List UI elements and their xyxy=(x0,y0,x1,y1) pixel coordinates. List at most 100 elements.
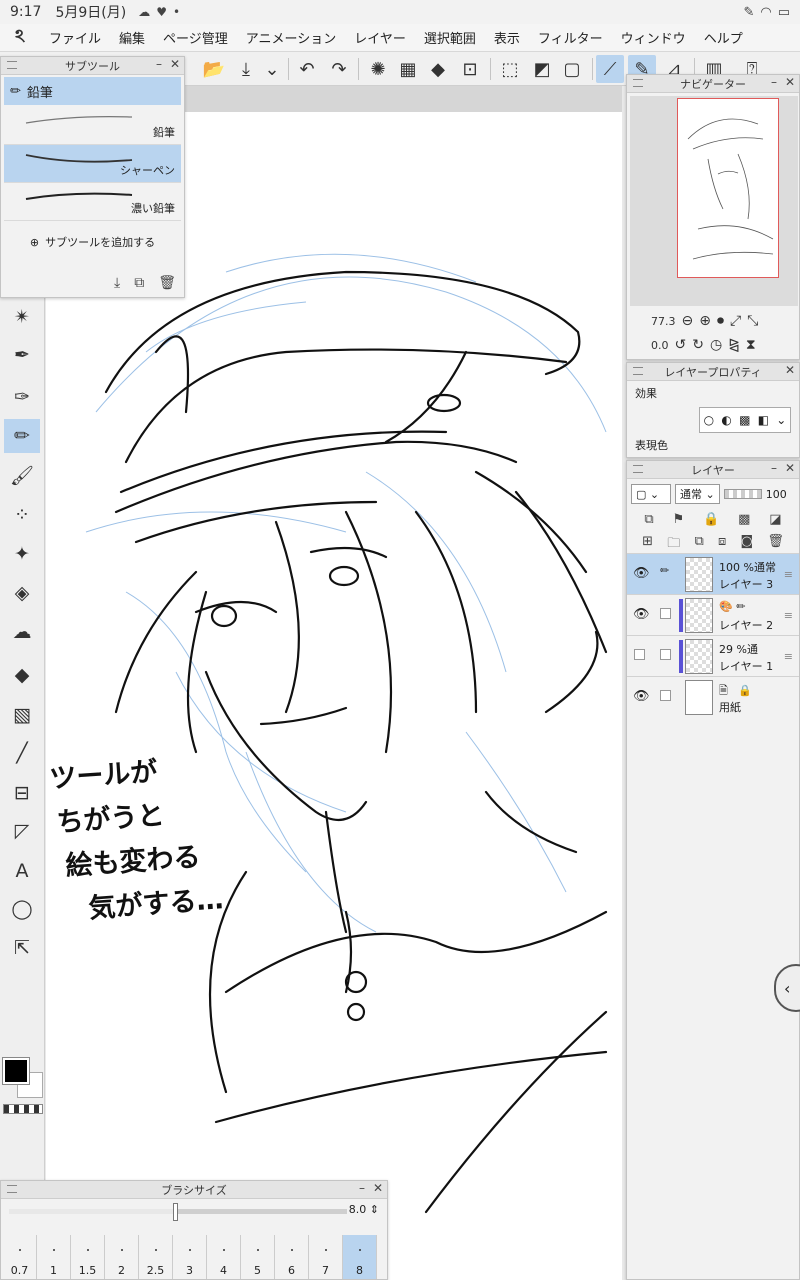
duplicate-icon[interactable]: ⧉ xyxy=(134,275,144,291)
pen-tool-icon[interactable]: ✑ xyxy=(4,380,40,414)
ruler-snap-icon[interactable]: ⟋ xyxy=(596,55,624,83)
rotate-left-icon[interactable]: ↺ xyxy=(675,337,687,353)
border-effect-icon[interactable]: ○ xyxy=(704,413,714,427)
undo-icon[interactable]: ↶ xyxy=(293,55,321,83)
layer-row[interactable]: 👁 ✏ 100 %通常 レイヤー 3 ≡ xyxy=(627,553,799,594)
minimize-icon[interactable]: – xyxy=(771,461,777,475)
new-raster-layer-icon[interactable]: ⊞ xyxy=(642,534,653,550)
hidden-visibility-box[interactable] xyxy=(634,649,645,660)
flip-vertical-icon[interactable]: ⧗ xyxy=(746,337,756,353)
frame-icon[interactable]: ⊟ xyxy=(4,776,40,810)
flip-horizontal-icon[interactable]: ⧎ xyxy=(728,337,740,353)
eye-icon[interactable]: 👁 xyxy=(633,607,650,622)
menu-layer[interactable]: レイヤー xyxy=(345,28,415,47)
menu-animation[interactable]: アニメーション xyxy=(237,28,345,47)
lock-alpha-icon[interactable]: ▩ xyxy=(738,512,750,528)
clear-icon[interactable]: ✺ xyxy=(364,55,392,83)
brush-size-preset[interactable]: 0.7 xyxy=(3,1235,37,1279)
watercolor-effect-icon[interactable]: ◐ xyxy=(721,413,731,427)
menu-selection[interactable]: 選択範囲 xyxy=(415,28,485,47)
menu-window[interactable]: ウィンドウ xyxy=(612,28,695,47)
subtool-title-bar[interactable]: サブツール – ✕ xyxy=(1,57,184,75)
layer-color-select[interactable]: ▢ ⌄ xyxy=(631,484,671,504)
layer-title-bar[interactable]: レイヤー – ✕ xyxy=(627,461,799,479)
delete-layer-icon[interactable]: 🗑 xyxy=(767,534,784,550)
brush-size-preset[interactable]: 2 xyxy=(105,1235,139,1279)
app-logo-icon[interactable]: ঽ xyxy=(0,22,40,53)
layer-row[interactable]: 29 %通 レイヤー 1 ≡ xyxy=(627,635,799,676)
layer-property-title-bar[interactable]: レイヤープロパティ ✕ xyxy=(627,363,799,381)
navigator-title-bar[interactable]: ナビゲーター – ✕ xyxy=(627,75,799,93)
menu-help[interactable]: ヘルプ xyxy=(695,28,752,47)
import-icon[interactable]: ⤓ xyxy=(114,275,120,291)
minimize-icon[interactable]: – xyxy=(156,57,162,71)
text-icon[interactable]: A xyxy=(4,854,40,888)
clip-icon[interactable]: ⧉ xyxy=(644,512,653,528)
brush-size-preset[interactable]: 8 xyxy=(343,1235,377,1279)
drag-handle-icon[interactable]: ≡ xyxy=(784,650,793,663)
brush-size-preset[interactable]: 6 xyxy=(275,1235,309,1279)
eraser-icon[interactable]: ◈ xyxy=(4,576,40,610)
brush-tool-icon[interactable]: 🖌 xyxy=(4,458,40,492)
menu-filter[interactable]: フィルター xyxy=(529,28,612,47)
layer-row[interactable]: 👁 🎨 ✏ レイヤー 2 ≡ xyxy=(627,594,799,635)
gradient-icon[interactable]: ▧ xyxy=(4,698,40,732)
open-icon[interactable]: 📂 xyxy=(200,55,228,83)
brush-size-preset[interactable]: 4 xyxy=(207,1235,241,1279)
brush-size-preset[interactable]: 1 xyxy=(37,1235,71,1279)
navigator-preview[interactable] xyxy=(630,96,798,306)
blend-mode-select[interactable]: 通常 ⌄ xyxy=(675,484,720,504)
grip-icon[interactable] xyxy=(7,61,17,69)
save-icon[interactable]: ⤓ xyxy=(232,55,260,83)
tone-effect-icon[interactable]: ▩ xyxy=(739,413,750,427)
transfer-down-icon[interactable]: ⧉ xyxy=(694,534,703,550)
menu-file[interactable]: ファイル xyxy=(40,28,110,47)
grip-icon[interactable] xyxy=(7,1185,17,1193)
slider-knob[interactable] xyxy=(173,1203,178,1221)
close-icon[interactable]: ✕ xyxy=(170,57,180,71)
merge-down-icon[interactable]: ⧈ xyxy=(718,534,726,550)
correct-line-icon[interactable]: ⇱ xyxy=(4,931,40,965)
main-color-swatch[interactable] xyxy=(2,1057,30,1085)
layer-row[interactable]: 👁 🗎 🔒 用紙 xyxy=(627,676,799,717)
brush-size-preset[interactable]: 5 xyxy=(241,1235,275,1279)
brush-size-preset[interactable]: 2.5 xyxy=(139,1235,173,1279)
lock-icon[interactable]: 🔒 xyxy=(703,512,719,528)
brush-size-value[interactable]: 8.0 ⇕ xyxy=(349,1203,379,1216)
subtool-item-pencil[interactable]: 鉛筆 xyxy=(4,107,181,145)
expand-icon[interactable]: ⤡ xyxy=(747,313,758,329)
minimize-icon[interactable]: – xyxy=(359,1181,365,1195)
blend-icon[interactable]: ☁ xyxy=(4,615,40,649)
close-icon[interactable]: ✕ xyxy=(785,363,795,377)
reference-icon[interactable]: ⚑ xyxy=(673,512,685,528)
create-mask-icon[interactable]: ◙ xyxy=(740,534,753,550)
subtool-item-dark-pencil[interactable]: 濃い鉛筆 xyxy=(4,183,181,221)
layer-select-checkbox[interactable] xyxy=(660,608,671,619)
new-folder-icon[interactable]: 🗀 xyxy=(667,534,680,551)
brush-size-slider[interactable]: 8.0 ⇕ xyxy=(1,1199,387,1223)
auto-select-icon[interactable]: ✴ xyxy=(4,300,40,334)
trash-icon[interactable]: 🗑 xyxy=(158,275,176,291)
invert-selection-icon[interactable]: ◩ xyxy=(528,55,556,83)
eyedropper-icon[interactable]: ✒ xyxy=(4,338,40,372)
redo-icon[interactable]: ↷ xyxy=(325,55,353,83)
figure-icon[interactable]: ╱ xyxy=(4,736,40,770)
brush-size-preset[interactable]: 7 xyxy=(309,1235,343,1279)
chevron-down-icon[interactable]: ⌄ xyxy=(258,55,286,83)
brush-size-preset[interactable]: 3 xyxy=(173,1235,207,1279)
eye-icon[interactable]: 👁 xyxy=(633,566,650,581)
fill-icon[interactable]: ◆ xyxy=(424,55,452,83)
ruler-icon[interactable]: ◸ xyxy=(4,814,40,848)
close-icon[interactable]: ✕ xyxy=(373,1181,383,1195)
selection-border-icon[interactable]: ▢ xyxy=(558,55,586,83)
layer-select-checkbox[interactable] xyxy=(660,649,671,660)
brush-size-preset[interactable]: 1.5 xyxy=(71,1235,105,1279)
zoom-in-icon[interactable]: ⊕ xyxy=(699,313,711,329)
rotate-right-icon[interactable]: ↻ xyxy=(692,337,704,353)
zoom-out-icon[interactable]: ⊖ xyxy=(682,313,694,329)
grip-icon[interactable] xyxy=(633,367,643,375)
minimize-icon[interactable]: – xyxy=(771,75,777,89)
add-subtool-button[interactable]: ⊕ サブツールを追加する xyxy=(1,221,184,263)
fill-tool-icon[interactable]: ◆ xyxy=(4,658,40,692)
grip-icon[interactable] xyxy=(633,79,643,87)
